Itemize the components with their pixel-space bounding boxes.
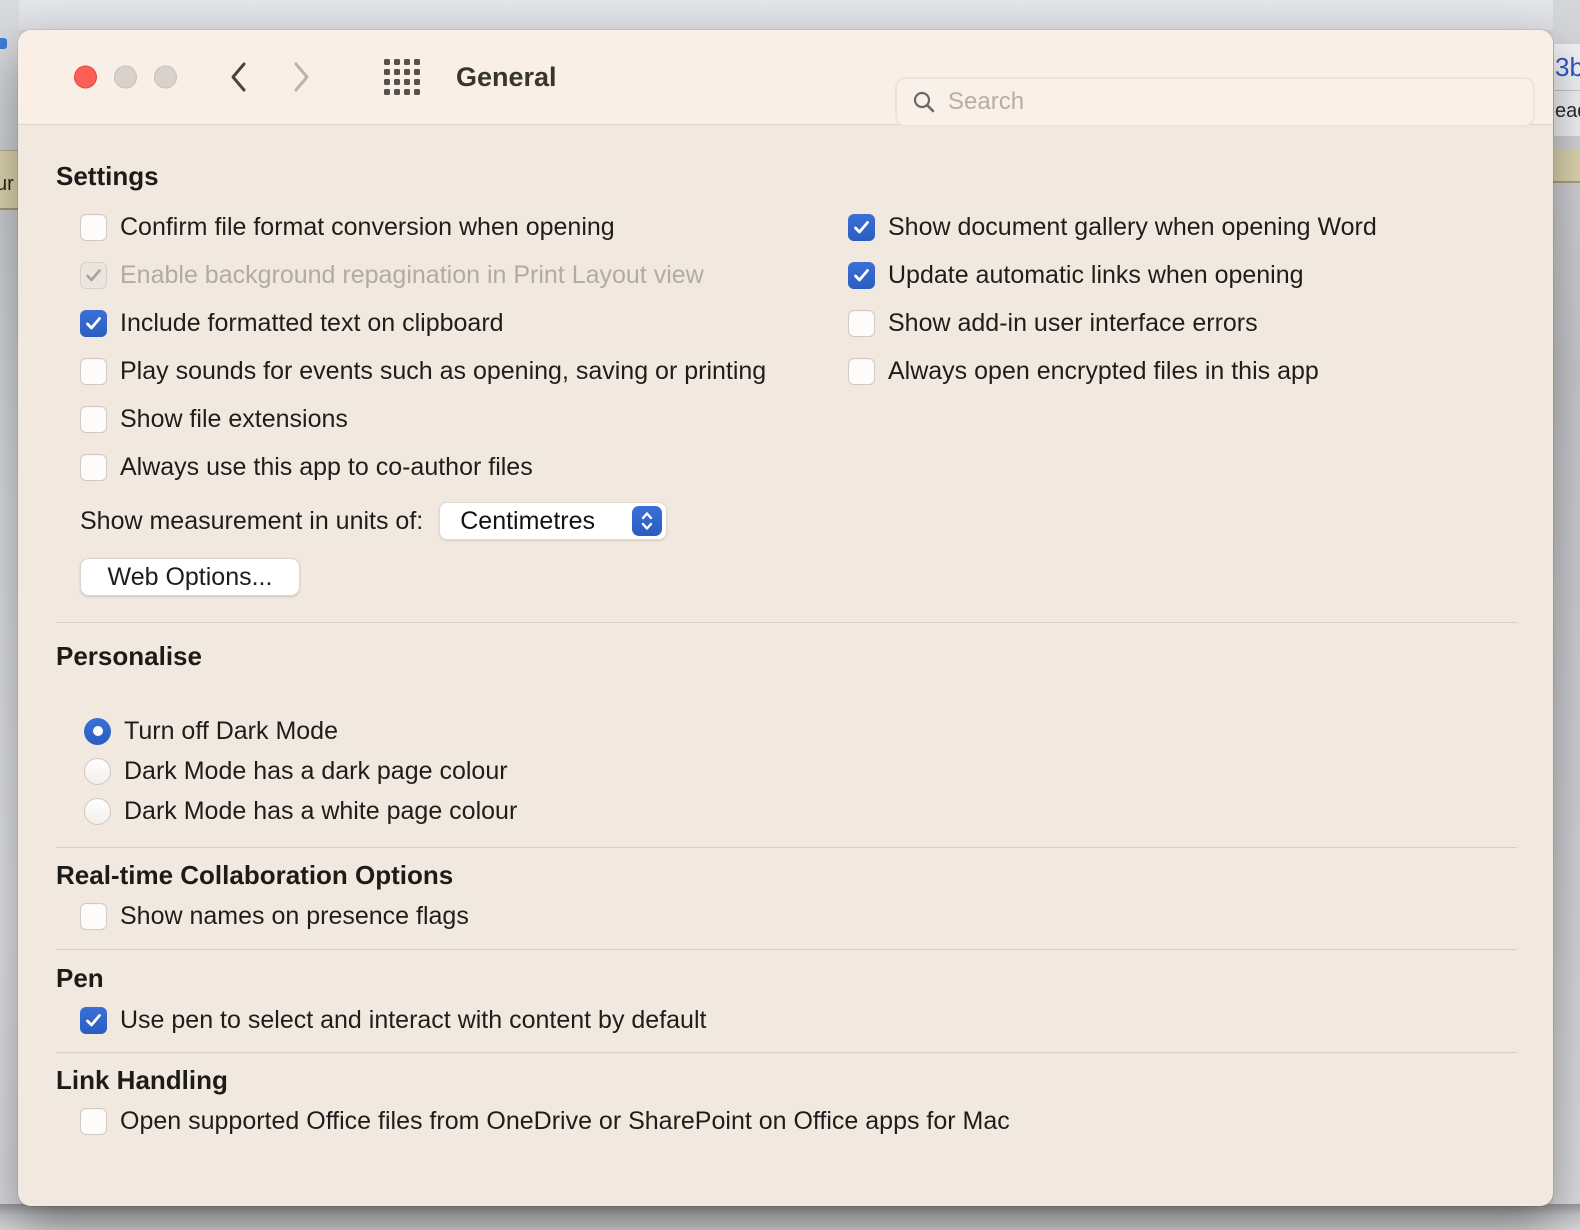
dark-mode-radio-group: Turn off Dark Mode Dark Mode has a dark …	[56, 711, 1517, 831]
zoom-button[interactable]	[154, 66, 177, 89]
checkbox-label: Show file extensions	[120, 405, 348, 434]
checkbox-label: Show add-in user interface errors	[888, 309, 1258, 338]
radio-row: Dark Mode has a dark page colour	[84, 751, 1517, 791]
checkbox-label: Confirm file format conversion when open…	[120, 213, 615, 242]
checkbox-row: Show document gallery when opening Word	[848, 203, 1377, 251]
checkbox-pen-select[interactable]	[80, 1007, 107, 1034]
checkbox-label: Always open encrypted files in this app	[888, 357, 1319, 386]
search-input[interactable]	[948, 88, 1519, 116]
checkbox-row: Show file extensions	[80, 395, 1517, 443]
radio-dark-mode-dark-page[interactable]	[84, 758, 111, 785]
select-stepper-icon	[632, 506, 662, 536]
checkbox-label: Enable background repagination in Print …	[120, 261, 704, 290]
background-window-top	[0, 0, 1580, 30]
checkbox-row: Use pen to select and interact with cont…	[80, 996, 1517, 1044]
background-fragment-text: ur	[0, 173, 14, 196]
checkbox-play-sounds[interactable]	[80, 358, 107, 385]
settings-heading: Settings	[56, 161, 1517, 191]
search-icon	[911, 89, 937, 115]
link-handling-heading: Link Handling	[56, 1065, 1517, 1095]
checkbox-label: Include formatted text on clipboard	[120, 309, 504, 338]
checkbox-label: Always use this app to co-author files	[120, 453, 533, 482]
checkbox-label: Update automatic links when opening	[888, 261, 1304, 290]
background-ribbon-fragment-right	[1553, 150, 1580, 183]
checkbox-coauthor-files[interactable]	[80, 454, 107, 481]
radio-label: Dark Mode has a dark page colour	[124, 757, 508, 786]
measurement-units-label: Show measurement in units of:	[80, 507, 423, 536]
measurement-units-select[interactable]: Centimetres	[439, 502, 667, 540]
background-ribbon-fragment-left: ur	[0, 150, 19, 210]
radio-row: Dark Mode has a white page colour	[84, 791, 1517, 831]
checkbox-include-formatted-text[interactable]	[80, 310, 107, 337]
checkbox-label: Show names on presence flags	[120, 902, 469, 931]
checkbox-label: Open supported Office files from OneDriv…	[120, 1107, 1010, 1136]
checkbox-row: Show add-in user interface errors	[848, 299, 1377, 347]
checkbox-presence-flags[interactable]	[80, 903, 107, 930]
nav-controls	[228, 60, 312, 94]
back-button[interactable]	[228, 60, 248, 94]
section-divider	[56, 622, 1517, 623]
page-title: General	[456, 62, 557, 93]
background-blue-fragment	[0, 38, 7, 49]
checkbox-row: Always use this app to co-author files	[80, 443, 1517, 491]
show-all-preferences-icon[interactable]	[384, 59, 420, 95]
checkbox-confirm-file-format[interactable]	[80, 214, 107, 241]
checkbox-background-repagination	[80, 262, 107, 289]
background-window-right	[1553, 0, 1580, 1230]
settings-right-column: Show document gallery when opening Word …	[848, 203, 1377, 395]
checkbox-row: Open supported Office files from OneDriv…	[80, 1097, 1517, 1145]
radio-label: Turn off Dark Mode	[124, 717, 338, 746]
checkbox-document-gallery[interactable]	[848, 214, 875, 241]
title-bar: General	[18, 30, 1553, 125]
web-options-button[interactable]: Web Options...	[80, 558, 300, 596]
radio-label: Dark Mode has a white page colour	[124, 797, 517, 826]
checkbox-update-automatic-links[interactable]	[848, 262, 875, 289]
collaboration-heading: Real-time Collaboration Options	[56, 860, 1517, 890]
checkbox-label: Play sounds for events such as opening, …	[120, 357, 766, 386]
preferences-dialog: General Settings Confirm file format con…	[18, 30, 1553, 1206]
checkbox-addin-errors[interactable]	[848, 310, 875, 337]
background-style-name-text: ead	[1555, 100, 1580, 123]
settings-grid: Confirm file format conversion when open…	[56, 203, 1517, 491]
section-divider	[56, 847, 1517, 848]
radio-turn-off-dark-mode[interactable]	[84, 718, 111, 745]
background-style-gallery-fragment: 3bC ead	[1553, 44, 1580, 136]
checkbox-show-file-extensions[interactable]	[80, 406, 107, 433]
section-divider	[56, 949, 1517, 950]
measurement-units-value: Centimetres	[460, 507, 632, 536]
preferences-content: Settings Confirm file format conversion …	[18, 161, 1553, 1145]
pen-heading: Pen	[56, 963, 1517, 993]
divider	[1554, 90, 1580, 91]
checkbox-row: Always open encrypted files in this app	[848, 347, 1377, 395]
background-style-preview-text: 3bC	[1555, 52, 1580, 83]
personalise-heading: Personalise	[56, 641, 1517, 671]
checkbox-row: Update automatic links when opening	[848, 251, 1377, 299]
checkbox-row: Show names on presence flags	[80, 892, 1517, 940]
checkbox-open-office-files[interactable]	[80, 1108, 107, 1135]
search-field[interactable]	[895, 77, 1535, 127]
background-window-bottom	[0, 1204, 1580, 1230]
checkbox-label: Use pen to select and interact with cont…	[120, 1006, 706, 1035]
checkbox-encrypted-files[interactable]	[848, 358, 875, 385]
measurement-units-row: Show measurement in units of: Centimetre…	[80, 501, 1517, 541]
close-button[interactable]	[74, 66, 97, 89]
window-controls	[74, 66, 177, 89]
checkbox-label: Show document gallery when opening Word	[888, 213, 1377, 242]
forward-button[interactable]	[292, 60, 312, 94]
minimize-button[interactable]	[114, 66, 137, 89]
section-divider	[56, 1052, 1517, 1053]
radio-row: Turn off Dark Mode	[84, 711, 1517, 751]
radio-dark-mode-white-page[interactable]	[84, 798, 111, 825]
